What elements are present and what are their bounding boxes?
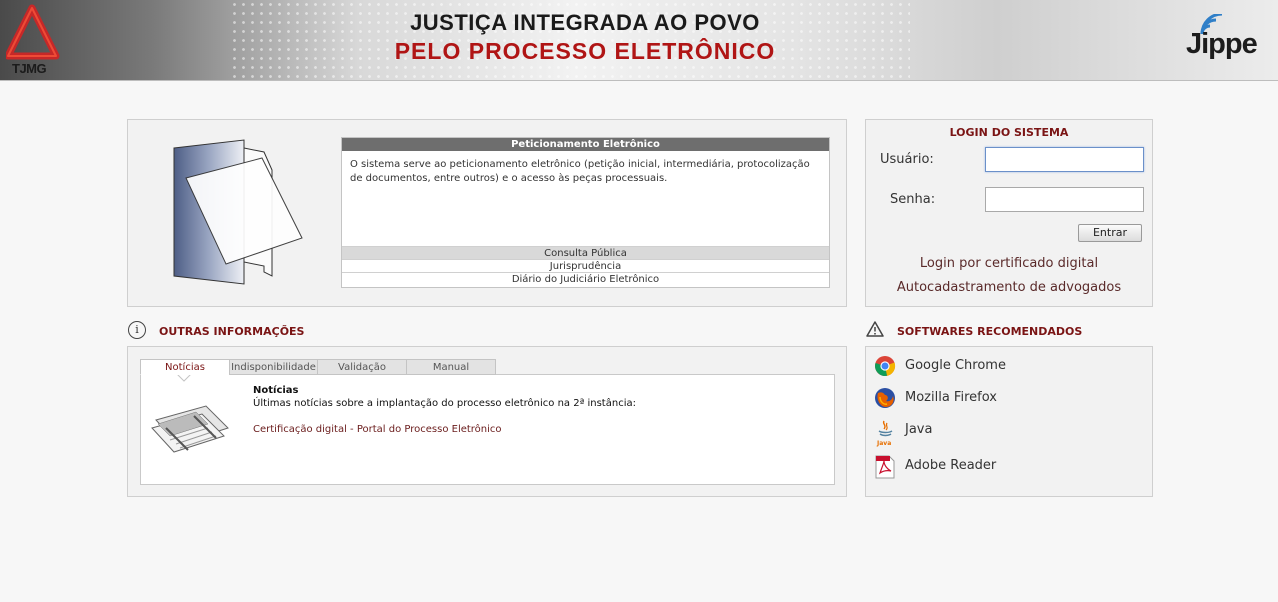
diario-judiciario-link[interactable]: Diário do Judiciário Eletrônico [342, 272, 829, 285]
user-input[interactable] [985, 147, 1144, 172]
header-title-line1: JUSTIÇA INTEGRADA AO POVO [410, 10, 760, 35]
peticionamento-description: O sistema serve ao peticionamento eletrô… [350, 159, 810, 184]
news-title: Notícias [253, 385, 299, 396]
password-label: Senha: [890, 192, 936, 207]
tjmg-triangle-icon [4, 4, 60, 60]
entrar-button[interactable]: Entrar [1078, 224, 1142, 242]
outras-informacoes-title: OUTRAS INFORMAÇÕES [159, 325, 305, 338]
jippe-logo-text: Jippe [1186, 28, 1258, 60]
tjmg-logo[interactable]: TJMG [4, 4, 72, 78]
tjmg-logo-text: TJMG [12, 61, 47, 76]
software-name-firefox: Mozilla Firefox [905, 390, 997, 405]
peticionamento-title: Peticionamento Eletrônico [342, 138, 829, 151]
news-subtitle: Últimas notícias sobre a implantação do … [253, 398, 636, 409]
jippe-logo[interactable]: Jippe [1180, 14, 1270, 70]
folder-document-icon [173, 139, 303, 285]
svg-text:Java: Java [876, 440, 891, 447]
header-title-line2: PELO PROCESSO ELETRÔNICO [394, 38, 776, 64]
tab-validacao[interactable]: Validação [317, 359, 407, 375]
software-name-chrome: Google Chrome [905, 358, 1006, 373]
news-link-certificacao[interactable]: Certificação digital - Portal do Process… [253, 424, 502, 435]
softwares-recomendados-title: SOFTWARES RECOMENDADOS [897, 325, 1083, 338]
header: TJMG JUSTIÇA INTEGRADA AO POVO PELO PROC… [0, 0, 1278, 81]
newspaper-icon [151, 405, 229, 453]
active-tab-pointer-icon [177, 374, 191, 382]
peticionamento-box: Peticionamento Eletrônico O sistema serv… [341, 137, 830, 288]
adobe-reader-icon [875, 455, 895, 479]
consulta-publica-link[interactable]: Consulta Pública [342, 246, 829, 259]
password-input[interactable] [985, 187, 1144, 212]
info-icon: i [128, 321, 146, 339]
software-name-java: Java [905, 422, 933, 437]
lawyer-registration-link[interactable]: Autocadastramento de advogados [866, 280, 1152, 295]
warning-icon [866, 321, 884, 337]
chrome-icon [875, 356, 896, 376]
software-name-adobe-reader: Adobe Reader [905, 458, 997, 473]
tab-noticias[interactable]: Notícias [140, 359, 230, 375]
certificate-login-link[interactable]: Login por certificado digital [866, 256, 1152, 271]
java-icon: Java [876, 420, 893, 447]
tab-manual[interactable]: Manual [406, 359, 496, 375]
user-label: Usuário: [880, 152, 934, 167]
login-title: LOGIN DO SISTEMA [949, 126, 1069, 139]
jurisprudencia-link[interactable]: Jurisprudência [342, 259, 829, 272]
tab-indisponibilidade[interactable]: Indisponibilidade [229, 359, 318, 375]
firefox-icon [875, 388, 895, 408]
